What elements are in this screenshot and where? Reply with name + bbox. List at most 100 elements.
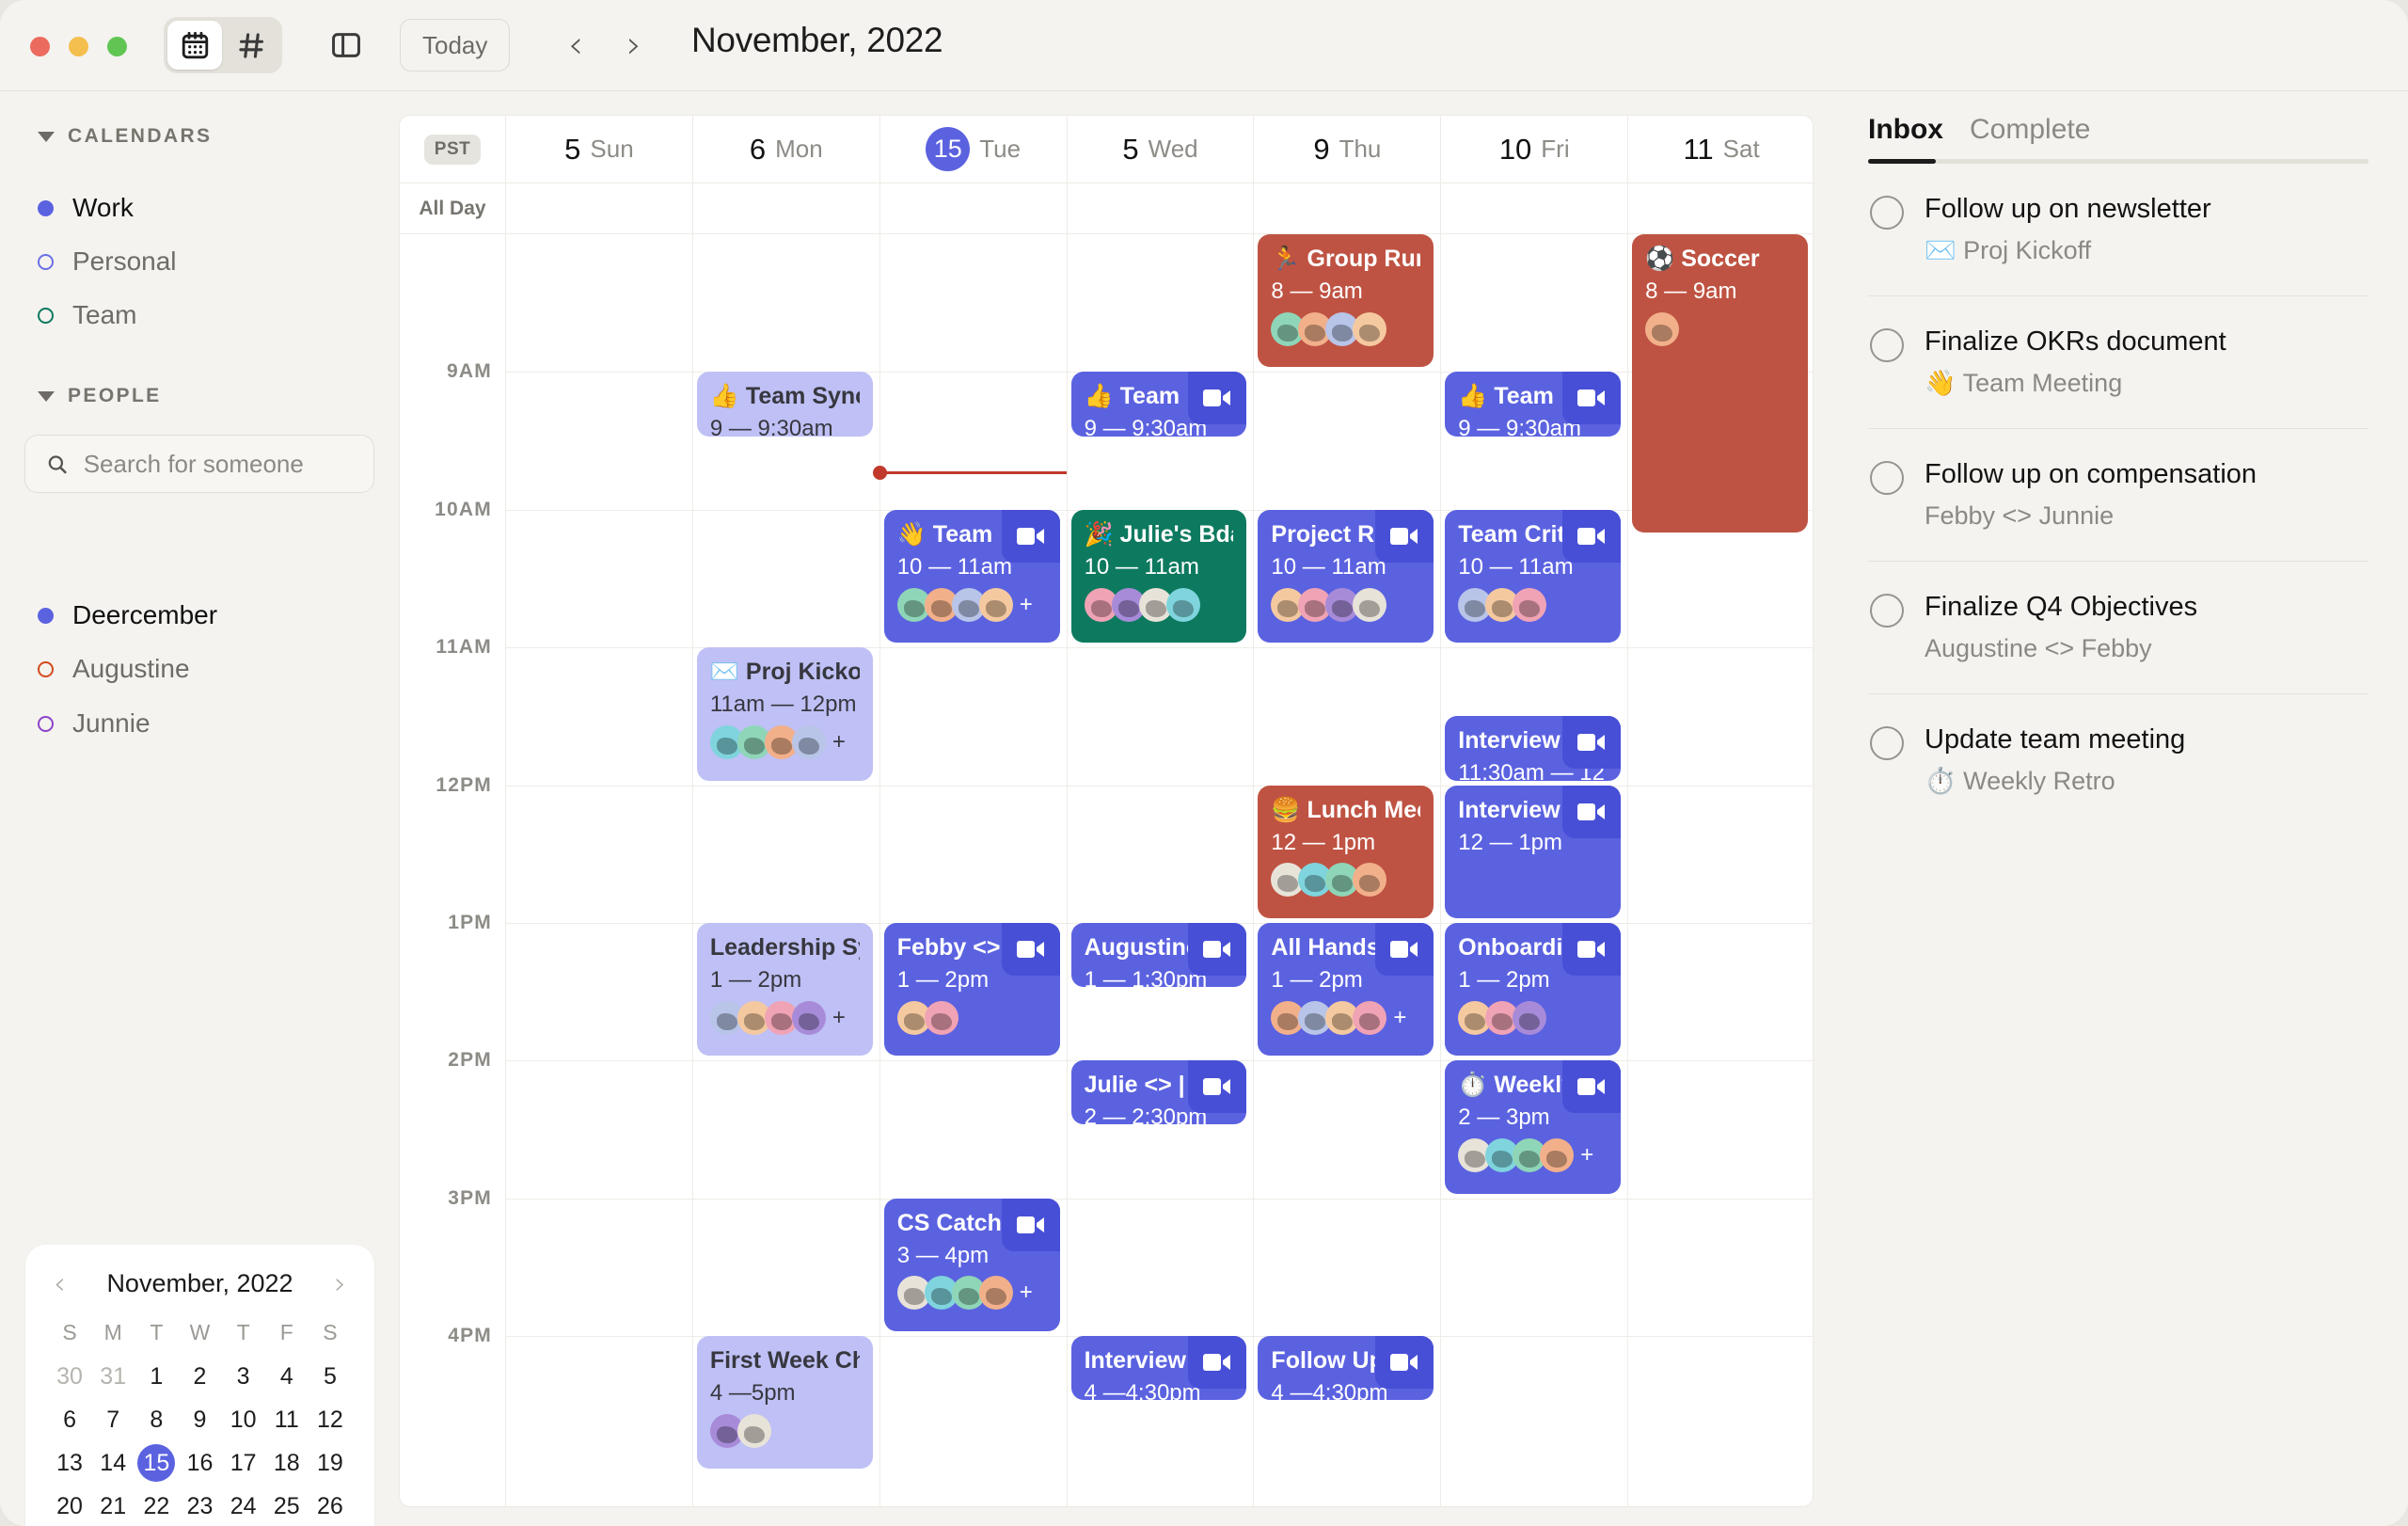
today-button[interactable]: Today — [400, 19, 510, 72]
mini-calendar-day[interactable]: 20 — [48, 1487, 91, 1525]
person-item-junnie[interactable]: Junnie — [38, 708, 150, 739]
toggle-sidebar-button[interactable] — [324, 23, 369, 68]
people-section-header[interactable]: PEOPLE — [0, 385, 162, 407]
mini-calendar-day[interactable]: 14 — [91, 1444, 135, 1482]
day-header-sun[interactable]: 5Sun — [505, 116, 692, 183]
calendar-event[interactable]: Follow Up4 —4:30pm — [1258, 1336, 1434, 1400]
task-checkbox[interactable] — [1870, 726, 1904, 760]
join-video-call-button[interactable] — [1188, 923, 1246, 976]
close-window-button[interactable] — [30, 37, 50, 56]
tab-complete[interactable]: Complete — [1970, 114, 2090, 146]
calendar-event[interactable]: Augustine1 — 1:30pm — [1071, 923, 1247, 987]
mini-calendar-day[interactable]: 4 — [265, 1358, 309, 1395]
all-day-cell[interactable] — [692, 183, 879, 233]
mini-calendar-day[interactable]: 22 — [135, 1487, 178, 1525]
join-video-call-button[interactable] — [1562, 786, 1621, 838]
join-video-call-button[interactable] — [1188, 1060, 1246, 1113]
calendar-event[interactable]: Julie <> |2 — 2:30pm — [1071, 1060, 1247, 1124]
calendar-event[interactable]: Interview4 —4:30pm — [1071, 1336, 1247, 1400]
join-video-call-button[interactable] — [1562, 716, 1621, 769]
task-item[interactable]: Follow up on compensationFebby <> Junnie — [1868, 429, 2368, 562]
mini-calendar-day[interactable]: 24 — [222, 1487, 265, 1525]
calendar-event[interactable]: Team Critique10 — 11am — [1445, 510, 1621, 643]
join-video-call-button[interactable] — [1375, 510, 1434, 563]
day-header-mon[interactable]: 6Mon — [692, 116, 879, 183]
all-day-cell[interactable] — [1627, 183, 1814, 233]
calendars-section-header[interactable]: CALENDARS — [0, 125, 212, 148]
join-video-call-button[interactable] — [1375, 923, 1434, 976]
mini-calendar-day[interactable]: 8 — [135, 1401, 178, 1439]
mini-calendar-day[interactable]: 12 — [309, 1401, 352, 1439]
task-checkbox[interactable] — [1870, 328, 1904, 362]
join-video-call-button[interactable] — [1002, 1199, 1060, 1251]
calendar-event[interactable]: Interview11:30am — 12 — [1445, 716, 1621, 780]
calendar-item-work[interactable]: Work — [38, 193, 134, 223]
calendar-event[interactable]: Onboarding1 — 2pm — [1445, 923, 1621, 1056]
all-day-cell[interactable] — [1253, 183, 1440, 233]
search-input[interactable] — [84, 450, 353, 479]
mini-calendar-prev-button[interactable]: ‹ — [48, 1265, 71, 1301]
calendar-event[interactable]: First Week Checkin4 —5pm — [697, 1336, 873, 1469]
mini-calendar-day[interactable]: 11 — [265, 1401, 309, 1439]
mini-calendar-day[interactable]: 23 — [178, 1487, 221, 1525]
calendar-event[interactable]: ⏱️ Weekly Retro2 — 3pm+ — [1445, 1060, 1621, 1193]
join-video-call-button[interactable] — [1562, 510, 1621, 563]
mini-calendar-day[interactable]: 21 — [91, 1487, 135, 1525]
previous-period-button[interactable]: ‹ — [551, 21, 600, 70]
day-header-fri[interactable]: 10Fri — [1440, 116, 1627, 183]
mini-calendar-day[interactable]: 6 — [48, 1401, 91, 1439]
tab-inbox[interactable]: Inbox — [1868, 114, 1943, 146]
zoom-window-button[interactable] — [107, 37, 127, 56]
day-header-tue[interactable]: 15Tue — [879, 116, 1067, 183]
join-video-call-button[interactable] — [1562, 1060, 1621, 1113]
calendar-event[interactable]: 👋 Team10 — 11am+ — [884, 510, 1060, 643]
mini-calendar-day[interactable]: 31 — [91, 1358, 135, 1395]
mini-calendar-day[interactable]: 16 — [178, 1444, 221, 1482]
calendar-event[interactable]: Leadership Sync1 — 2pm+ — [697, 923, 873, 1056]
mini-calendar-day[interactable]: 2 — [178, 1358, 221, 1395]
all-day-cell[interactable] — [505, 183, 692, 233]
calendar-event[interactable]: ✉️ Proj Kickoff11am — 12pm+ — [697, 647, 873, 780]
task-item[interactable]: Follow up on newsletter✉️ Proj Kickoff — [1868, 164, 2368, 296]
person-item-deercember[interactable]: Deercember — [38, 600, 217, 630]
day-header-sat[interactable]: 11Sat — [1627, 116, 1814, 183]
all-day-cell[interactable] — [1440, 183, 1627, 233]
mini-calendar-day[interactable]: 3 — [222, 1358, 265, 1395]
day-header-thu[interactable]: 9Thu — [1253, 116, 1440, 183]
calendar-view-button[interactable] — [167, 21, 222, 70]
people-search-box[interactable] — [24, 435, 374, 493]
join-video-call-button[interactable] — [1188, 372, 1246, 424]
mini-calendar-day[interactable]: 17 — [222, 1444, 265, 1482]
calendar-item-personal[interactable]: Personal — [38, 246, 177, 277]
calendar-event[interactable]: 👍 Team Sync9 — 9:30am — [697, 372, 873, 436]
mini-calendar-day[interactable]: 13 — [48, 1444, 91, 1482]
join-video-call-button[interactable] — [1188, 1336, 1246, 1389]
mini-calendar-day[interactable]: 25 — [265, 1487, 309, 1525]
calendar-event[interactable]: 👍 Team9 — 9:30am — [1071, 372, 1247, 436]
task-item[interactable]: Update team meeting⏱️ Weekly Retro — [1868, 694, 2368, 826]
join-video-call-button[interactable] — [1562, 372, 1621, 424]
all-day-cell[interactable] — [879, 183, 1067, 233]
task-checkbox[interactable] — [1870, 594, 1904, 628]
mini-calendar-day[interactable]: 19 — [309, 1444, 352, 1482]
task-checkbox[interactable] — [1870, 196, 1904, 230]
calendar-event[interactable]: 🍔 Lunch Meeting12 — 1pm — [1258, 786, 1434, 918]
calendar-event[interactable]: All Hands1 — 2pm+ — [1258, 923, 1434, 1056]
person-item-augustine[interactable]: Augustine — [38, 654, 190, 684]
mini-calendar-next-button[interactable]: › — [328, 1265, 352, 1301]
calendar-event[interactable]: Febby <>1 — 2pm — [884, 923, 1060, 1056]
mini-calendar-day[interactable]: 10 — [222, 1401, 265, 1439]
calendar-event[interactable]: CS Catchup3 — 4pm+ — [884, 1199, 1060, 1331]
task-checkbox[interactable] — [1870, 461, 1904, 495]
join-video-call-button[interactable] — [1002, 923, 1060, 976]
mini-calendar-day[interactable]: 1 — [135, 1358, 178, 1395]
calendar-event[interactable]: Interview12 — 1pm — [1445, 786, 1621, 918]
next-period-button[interactable]: › — [610, 21, 658, 70]
mini-calendar-day[interactable]: 9 — [178, 1401, 221, 1439]
hash-view-button[interactable] — [224, 21, 278, 70]
join-video-call-button[interactable] — [1562, 923, 1621, 976]
mini-calendar-day[interactable]: 18 — [265, 1444, 309, 1482]
calendar-event[interactable]: 👍 Team9 — 9:30am — [1445, 372, 1621, 436]
task-item[interactable]: Finalize OKRs document👋 Team Meeting — [1868, 296, 2368, 429]
minimize-window-button[interactable] — [69, 37, 88, 56]
